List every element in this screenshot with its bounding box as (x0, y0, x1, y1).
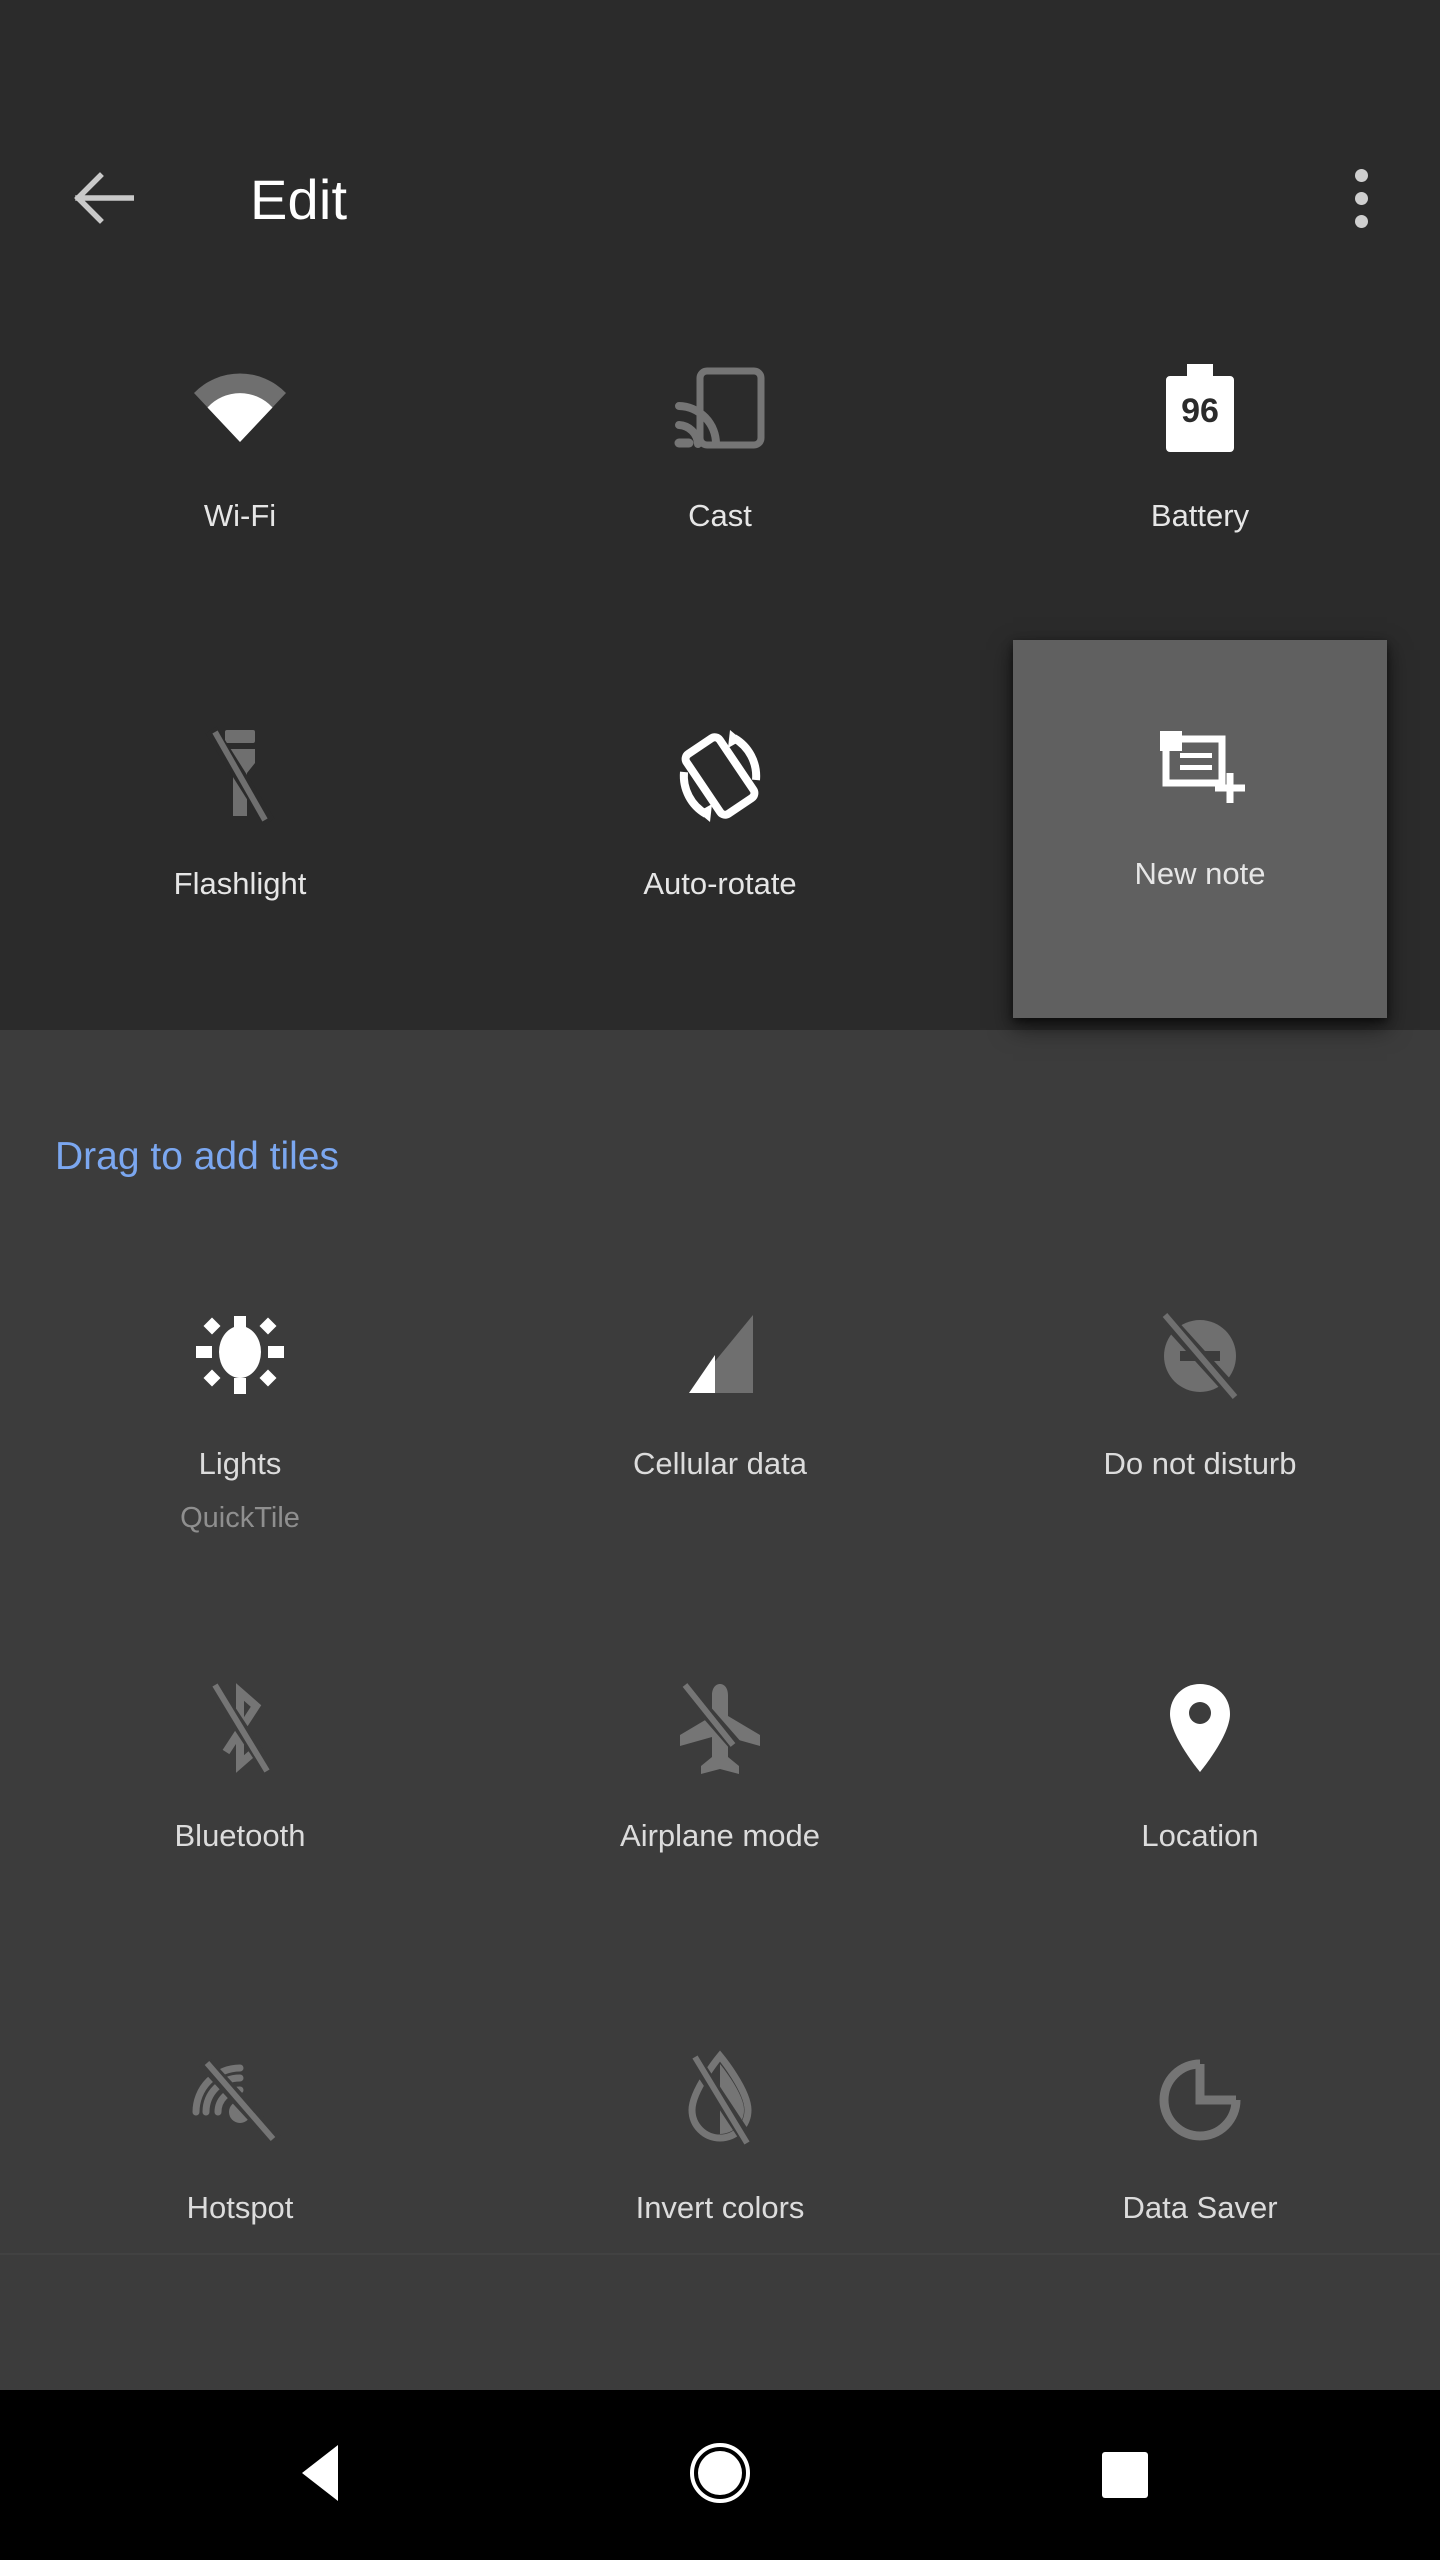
wifi-icon (53, 356, 427, 460)
more-vert-icon-dot (1354, 168, 1368, 182)
nav-recents-button[interactable] (1035, 2390, 1215, 2560)
tile-label: New note (1134, 856, 1266, 891)
add-tiles-area: Drag to add tiles Lights QuickTile Cellu… (0, 1030, 1440, 2390)
tile-airplane-mode[interactable]: Airplane mode (533, 1602, 907, 1980)
tile-new-note[interactable]: New note (1013, 640, 1387, 1018)
data-saver-icon (1013, 2048, 1387, 2152)
nav-home-button[interactable] (630, 2390, 810, 2560)
tile-location[interactable]: Location (1013, 1602, 1387, 1980)
more-vert-icon-dot (1354, 214, 1368, 228)
tile-sublabel: QuickTile (180, 1502, 300, 1534)
bluetooth-off-icon (53, 1676, 427, 1780)
tile-data-saver[interactable]: Data Saver (1013, 1974, 1387, 2352)
arrow-back-icon (74, 171, 134, 225)
cast-icon (533, 356, 907, 460)
app-bar: Edit (0, 0, 1440, 330)
tile-bluetooth[interactable]: Bluetooth (53, 1602, 427, 1980)
tile-label: Do not disturb (1103, 1446, 1297, 1481)
airplane-icon (533, 1676, 907, 1780)
tile-label: Wi-Fi (203, 498, 277, 533)
tile-invert-colors[interactable]: Invert colors (533, 1974, 907, 2352)
add-tiles-heading: Drag to add tiles (55, 1135, 339, 1178)
tile-label: Hotspot (186, 2190, 294, 2225)
light-bulb-icon (53, 1304, 427, 1408)
nav-back-button[interactable] (230, 2390, 410, 2560)
hotspot-off-icon (53, 2048, 427, 2152)
quick-settings-edit-screen: Edit Wi-Fi Cast 96 Battery Flashlight Au… (0, 0, 1440, 2560)
tile-label: Data Saver (1122, 2190, 1278, 2225)
tile-label: Flashlight (173, 866, 307, 901)
tile-do-not-disturb[interactable]: Do not disturb (1013, 1230, 1387, 1608)
add-tiles-grid: Lights QuickTile Cellular data Do not di… (0, 1230, 1440, 2370)
tile-label: Cellular data (632, 1446, 808, 1481)
tile-auto-rotate[interactable]: Auto-rotate (533, 650, 907, 1028)
location-pin-icon (1013, 1676, 1387, 1780)
tile-battery[interactable]: 96 Battery (1013, 282, 1387, 660)
battery-level-text: 96 (1181, 392, 1219, 430)
bottom-divider (0, 2253, 1440, 2255)
back-button[interactable] (58, 152, 150, 244)
auto-rotate-icon (533, 724, 907, 828)
tile-flashlight[interactable]: Flashlight (53, 650, 427, 1028)
tile-label: Lights (198, 1446, 282, 1481)
new-note-icon (1013, 714, 1387, 818)
invert-colors-off-icon (533, 2048, 907, 2152)
active-tiles-area: Wi-Fi Cast 96 Battery Flashlight Auto-ro… (0, 330, 1440, 1030)
more-vert-icon-dot (1354, 191, 1368, 205)
system-navigation-bar (0, 2390, 1440, 2560)
active-tiles-grid: Wi-Fi Cast 96 Battery Flashlight Auto-ro… (0, 330, 1440, 1030)
tile-label: Airplane mode (620, 1818, 820, 1853)
page-title: Edit (250, 168, 348, 231)
nav-home-icon (688, 2441, 752, 2510)
overflow-menu-button[interactable] (1322, 152, 1400, 244)
tile-label: Cast (688, 498, 752, 533)
tile-label: Battery (1150, 498, 1250, 533)
flashlight-off-icon (53, 724, 427, 828)
nav-back-icon (294, 2443, 346, 2508)
tile-label: Location (1141, 1818, 1259, 1853)
tile-cast[interactable]: Cast (533, 282, 907, 660)
nav-recents-icon (1102, 2452, 1148, 2498)
battery-icon: 96 (1013, 356, 1387, 460)
tile-label: Auto-rotate (643, 866, 797, 901)
tile-hotspot[interactable]: Hotspot (53, 1974, 427, 2352)
tile-label: Invert colors (635, 2190, 805, 2225)
tile-wifi[interactable]: Wi-Fi (53, 282, 427, 660)
tile-label: Bluetooth (174, 1818, 306, 1853)
do-not-disturb-off-icon (1013, 1304, 1387, 1408)
tile-lights[interactable]: Lights QuickTile (53, 1230, 427, 1608)
tile-cellular-data[interactable]: Cellular data (533, 1230, 907, 1608)
cellular-signal-icon (533, 1304, 907, 1408)
